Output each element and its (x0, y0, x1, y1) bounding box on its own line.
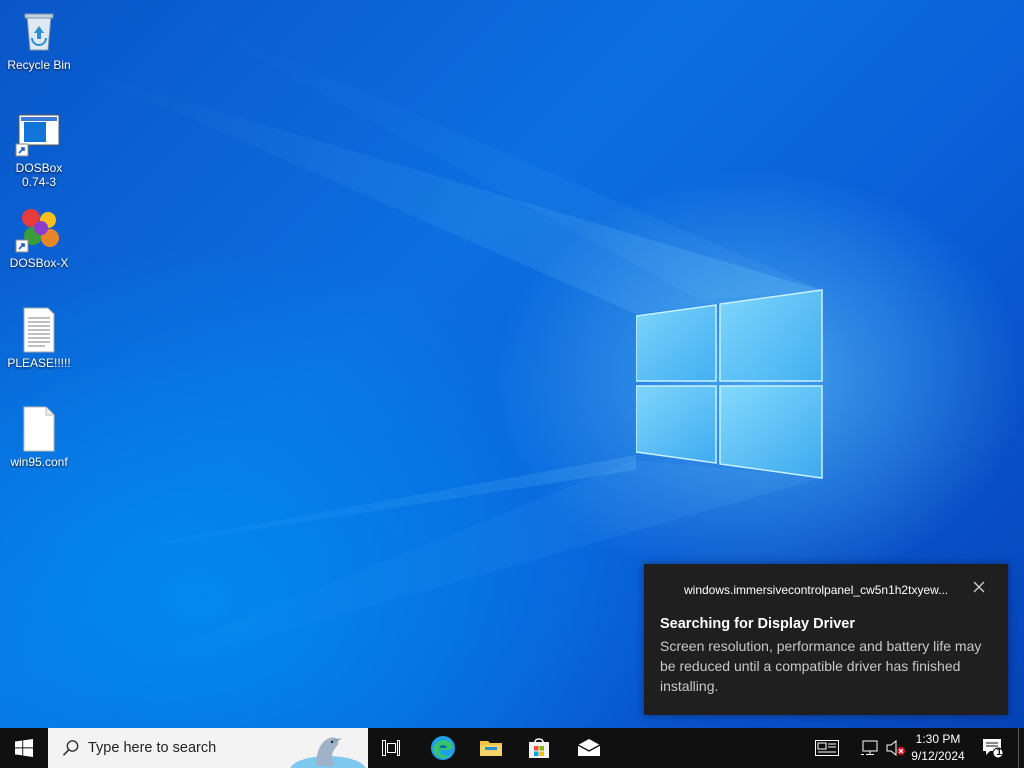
mail-icon (577, 739, 601, 756)
desktop-icon-label: DOSBox-X (9, 256, 69, 270)
notification-app-name: windows.immersivecontrolpanel_cw5n1h2txy… (684, 583, 949, 597)
taskbar-file-explorer-button[interactable] (468, 728, 514, 768)
desktop-icon-label: Recycle Bin (7, 58, 71, 72)
dosbox-icon (15, 111, 63, 159)
text-document-icon (15, 306, 63, 354)
taskbar: Type here to search 1:30 PM 9/12/2024 1 (0, 728, 1024, 768)
notification-body: Screen resolution, performance and batte… (660, 638, 982, 694)
desktop-icon-recycle-bin[interactable]: Recycle Bin (1, 8, 77, 72)
search-highlight-dolphin-icon (290, 737, 366, 768)
news-and-interests-button[interactable] (808, 728, 846, 768)
notification-toast[interactable]: windows.immersivecontrolpanel_cw5n1h2txy… (644, 564, 1008, 715)
dosbox-x-icon (15, 206, 63, 254)
network-icon (861, 740, 878, 755)
clock-time: 1:30 PM (915, 732, 961, 746)
desktop-icon-dosbox[interactable]: DOSBox 0.74-3 (1, 111, 77, 189)
news-icon (815, 740, 839, 756)
windows-start-icon (15, 739, 33, 757)
desktop-icon-please-txt[interactable]: PLEASE!!!!! (1, 306, 77, 370)
desktop-icon-dosbox-x[interactable]: DOSBox-X (1, 206, 77, 270)
desktop-icon-label: DOSBox 0.74-3 (15, 161, 63, 189)
show-desktop-button[interactable] (1018, 728, 1019, 768)
recycle-bin-icon (15, 8, 63, 56)
desktop: Recycle Bin DOSBox 0.74-3 DOSBox-X PLEAS… (0, 0, 1024, 728)
edge-icon (431, 736, 455, 760)
task-view-button[interactable] (368, 728, 414, 768)
blank-file-icon (15, 405, 63, 453)
taskbar-store-button[interactable] (516, 728, 562, 768)
close-icon[interactable] (972, 580, 986, 594)
file-explorer-icon (480, 741, 502, 756)
notification-title: Searching for Display Driver (660, 616, 856, 632)
network-button[interactable] (858, 728, 882, 768)
start-button[interactable] (0, 728, 48, 768)
search-icon (62, 740, 79, 756)
search-box[interactable]: Type here to search (48, 728, 368, 768)
search-placeholder: Type here to search (88, 740, 217, 756)
action-center-button[interactable]: 1 (976, 728, 1010, 768)
volume-muted-icon (886, 740, 905, 756)
desktop-icon-label: win95.conf (10, 455, 68, 469)
microsoft-store-icon (529, 738, 549, 758)
desktop-icon-win95-conf[interactable]: win95.conf (1, 405, 77, 469)
clock-date: 9/12/2024 (911, 749, 965, 763)
volume-button[interactable] (884, 728, 908, 768)
task-view-icon (382, 740, 400, 756)
taskbar-mail-button[interactable] (566, 728, 612, 768)
notification-count-badge: 1 (996, 747, 1002, 758)
taskbar-edge-button[interactable] (420, 728, 466, 768)
clock-button[interactable]: 1:30 PM 9/12/2024 (906, 728, 970, 768)
desktop-icon-label: PLEASE!!!!! (7, 356, 71, 370)
windows-logo (636, 289, 823, 479)
